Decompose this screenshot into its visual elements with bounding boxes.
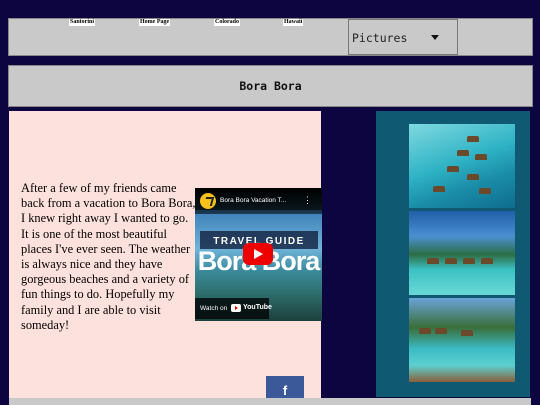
mountain-lagoon-photo: [409, 211, 515, 295]
content-panel: After a few of my friends came back from…: [9, 111, 322, 405]
nav-link-hawaii[interactable]: Hawaii: [283, 19, 304, 26]
youtube-video-embed[interactable]: Bora Bora Vacation T... ⋮ TRAVEL GUIDE B…: [195, 188, 322, 321]
channel-logo-icon[interactable]: [200, 193, 216, 209]
nav-link-home-page[interactable]: Home Page: [139, 19, 171, 26]
resort-deck-photo: [409, 298, 515, 382]
watch-on-label: Watch on: [200, 305, 228, 312]
pictures-dropdown[interactable]: Pictures: [348, 19, 458, 55]
photo-gallery: [376, 111, 530, 397]
youtube-logo-icon: [231, 304, 241, 312]
youtube-brand-text: YouTube: [243, 304, 272, 311]
nav-link-santorini[interactable]: Santorini: [69, 19, 96, 26]
top-nav-bar: Santorini Home Page Colorado Hawaii Pict…: [8, 18, 533, 56]
footer-bar: [9, 398, 531, 405]
dropdown-arrow-icon: [431, 35, 439, 40]
play-button-icon[interactable]: [243, 243, 273, 265]
body-paragraph: After a few of my friends came back from…: [21, 181, 196, 332]
dropdown-selected-value: Pictures: [352, 31, 408, 45]
more-options-icon[interactable]: ⋮: [303, 195, 312, 206]
page-title: Bora Bora: [239, 79, 302, 93]
video-header: Bora Bora Vacation T... ⋮: [195, 188, 322, 214]
overwater-bungalows-photo: [409, 124, 515, 208]
watch-on-youtube-bar[interactable]: Watch on YouTube: [195, 298, 272, 319]
video-title[interactable]: Bora Bora Vacation T...: [220, 197, 286, 204]
title-bar: Bora Bora: [8, 65, 533, 107]
nav-link-colorado[interactable]: Colorado: [214, 19, 240, 26]
